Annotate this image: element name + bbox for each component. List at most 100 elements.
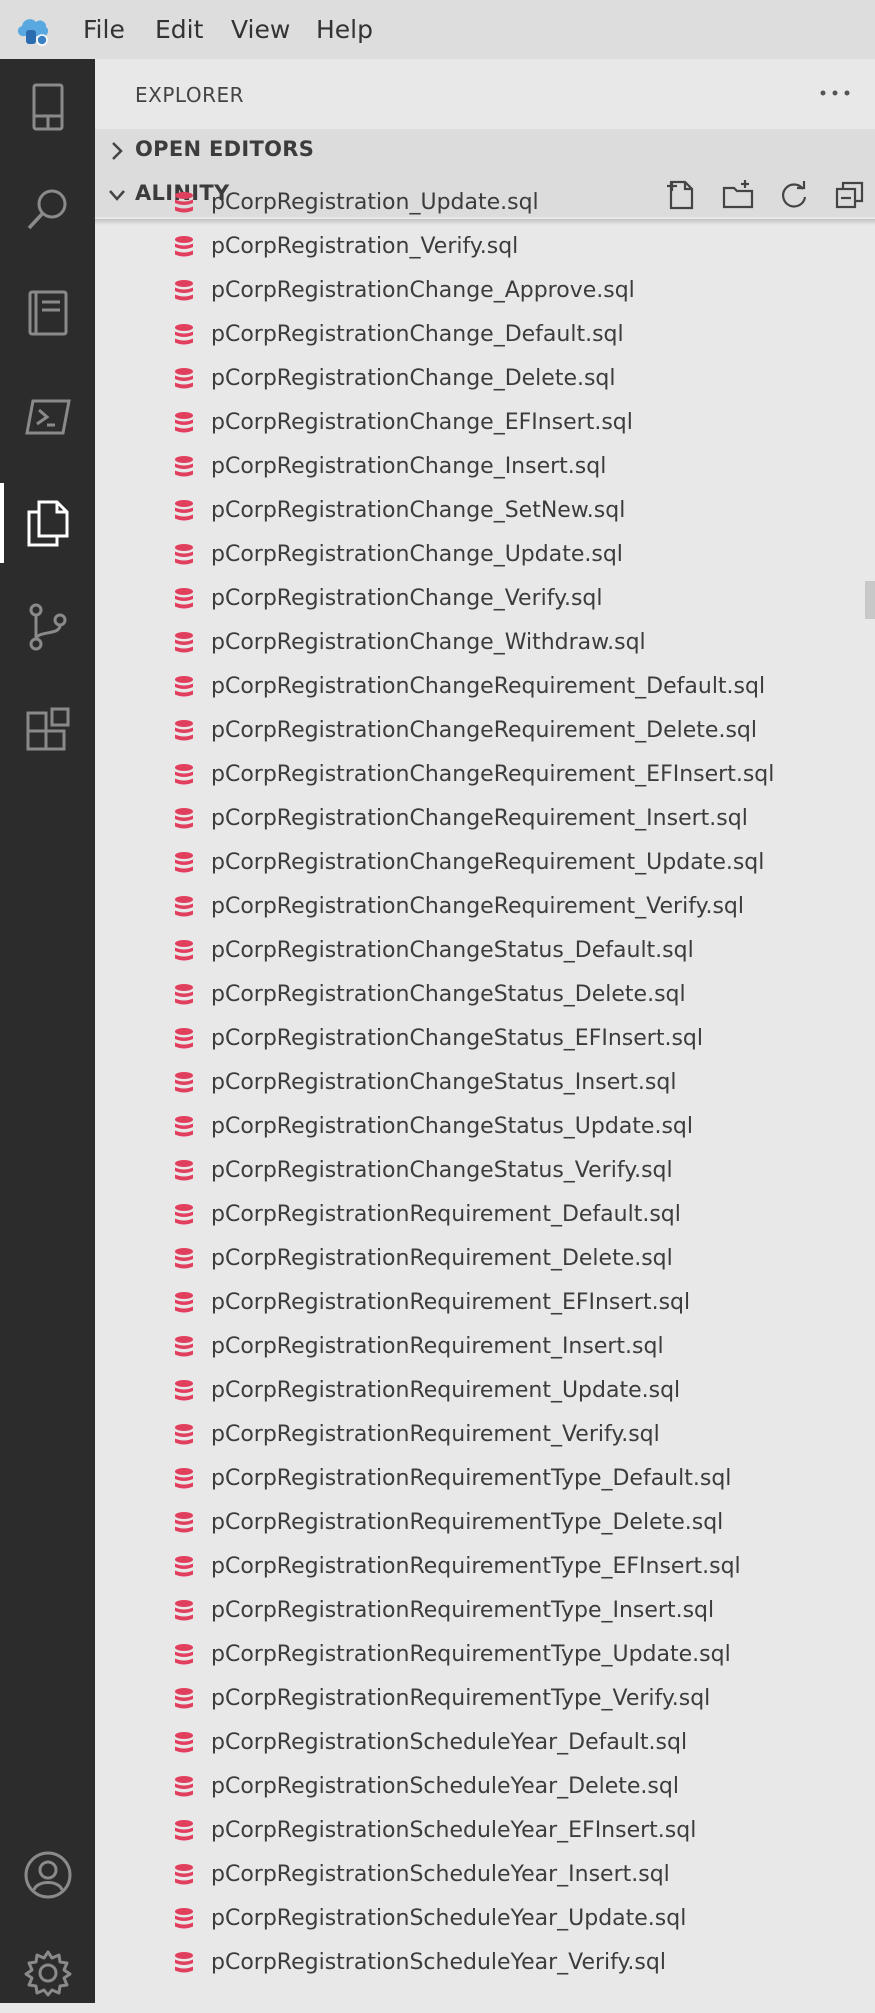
database-icon xyxy=(175,1116,193,1137)
explorer-sidebar: EXPLORER OPEN EDITORS ALINITY xyxy=(95,59,875,2003)
file-item[interactable]: pCorpRegistrationChange_Update.sql xyxy=(95,533,875,577)
database-icon xyxy=(175,720,193,741)
file-item[interactable]: pCorpRegistrationRequirementType_Delete.… xyxy=(95,1501,875,1545)
database-icon xyxy=(175,1160,193,1181)
file-item[interactable]: pCorpRegistrationChangeRequirement_EFIns… xyxy=(95,753,875,797)
database-icon xyxy=(175,1292,193,1313)
scrollbar-thumb[interactable] xyxy=(865,581,875,619)
file-name: pCorpRegistrationRequirementType_Delete.… xyxy=(211,1510,724,1535)
file-name: pCorpRegistrationChangeStatus_Default.sq… xyxy=(211,938,694,963)
account-icon xyxy=(24,1851,71,1899)
file-item[interactable]: pCorpRegistrationChangeStatus_Delete.sql xyxy=(95,973,875,1017)
file-item[interactable]: pCorpRegistrationScheduleYear_Default.sq… xyxy=(95,1721,875,1765)
database-icon xyxy=(175,1336,193,1357)
open-editors-section[interactable]: OPEN EDITORS xyxy=(95,129,875,173)
file-item[interactable]: pCorpRegistrationChange_Verify.sql xyxy=(95,577,875,621)
app-logo-icon xyxy=(17,19,49,46)
file-name: pCorpRegistrationRequirementType_Insert.… xyxy=(211,1598,715,1623)
file-item[interactable]: pCorpRegistrationRequirement_Delete.sql xyxy=(95,1237,875,1281)
tree-top-shadow xyxy=(95,219,875,225)
file-item[interactable]: pCorpRegistrationRequirementType_Insert.… xyxy=(95,1589,875,1633)
file-item[interactable]: pCorpRegistrationRequirementType_Verify.… xyxy=(95,1677,875,1721)
explorer-icon xyxy=(27,500,68,547)
file-item[interactable]: pCorpRegistrationChangeStatus_Verify.sql xyxy=(95,1149,875,1193)
file-item[interactable]: pCorpRegistrationChangeRequirement_Defau… xyxy=(95,665,875,709)
file-name: pCorpRegistrationRequirement_Update.sql xyxy=(211,1378,681,1403)
file-name: pCorpRegistrationScheduleYear_Insert.sql xyxy=(211,1862,670,1887)
file-item[interactable]: pCorpRegistrationRequirementType_Update.… xyxy=(95,1633,875,1677)
file-item[interactable]: pCorpRegistrationChange_Delete.sql xyxy=(95,357,875,401)
file-item[interactable]: pCorpRegistrationChangeRequirement_Delet… xyxy=(95,709,875,753)
file-item[interactable]: pCorpRegistrationChangeRequirement_Inser… xyxy=(95,797,875,841)
database-icon xyxy=(175,1380,193,1401)
file-name: pCorpRegistrationChangeStatus_Insert.sql xyxy=(211,1070,677,1095)
more-actions-icon[interactable] xyxy=(815,75,855,111)
database-icon xyxy=(175,192,193,213)
file-item[interactable]: pCorpRegistrationChange_EFInsert.sql xyxy=(95,401,875,445)
database-icon xyxy=(175,588,193,609)
title-bar: File Edit View Help xyxy=(0,0,875,59)
database-icon xyxy=(175,1028,193,1049)
file-item[interactable]: pCorpRegistrationRequirement_Default.sql xyxy=(95,1193,875,1237)
extensions-button[interactable] xyxy=(0,691,95,771)
menu-view[interactable]: View xyxy=(221,12,300,48)
file-item[interactable]: pCorpRegistrationChangeRequirement_Verif… xyxy=(95,885,875,929)
file-item[interactable]: pCorpRegistrationChangeStatus_Insert.sql xyxy=(95,1061,875,1105)
file-item[interactable]: pCorpRegistrationRequirement_Insert.sql xyxy=(95,1325,875,1369)
file-name: pCorpRegistrationRequirement_EFInsert.sq… xyxy=(211,1290,691,1315)
menu-help[interactable]: Help xyxy=(306,12,383,48)
file-item[interactable]: pCorpRegistrationRequirementType_Default… xyxy=(95,1457,875,1501)
terminal-icon xyxy=(24,399,71,435)
database-icon xyxy=(175,808,193,829)
file-name: pCorpRegistrationChangeStatus_Delete.sql xyxy=(211,982,686,1007)
file-name: pCorpRegistrationRequirement_Default.sql xyxy=(211,1202,681,1227)
menu-edit[interactable]: Edit xyxy=(145,12,213,48)
file-item[interactable]: pCorpRegistrationChangeStatus_Default.sq… xyxy=(95,929,875,973)
menu-file[interactable]: File xyxy=(73,12,135,48)
file-name: pCorpRegistration_Verify.sql xyxy=(211,234,519,259)
database-icon xyxy=(175,1644,193,1665)
chevron-right-icon xyxy=(112,142,123,160)
file-item[interactable]: pCorpRegistrationRequirementType_EFInser… xyxy=(95,1545,875,1589)
database-icon xyxy=(175,1776,193,1797)
file-name: pCorpRegistrationScheduleYear_EFInsert.s… xyxy=(211,1818,697,1843)
database-icon xyxy=(175,676,193,697)
file-item[interactable]: pCorpRegistrationChange_Approve.sql xyxy=(95,269,875,313)
account-button[interactable] xyxy=(0,1835,95,1915)
file-item[interactable]: pCorpRegistrationChange_Insert.sql xyxy=(95,445,875,489)
notebooks-button[interactable] xyxy=(0,273,95,353)
database-icon xyxy=(175,1072,193,1093)
database-icon xyxy=(175,1204,193,1225)
file-name: pCorpRegistrationRequirementType_Default… xyxy=(211,1466,732,1491)
database-icon xyxy=(175,500,193,521)
file-item[interactable]: pCorpRegistrationScheduleYear_EFInsert.s… xyxy=(95,1809,875,1853)
terminal-button[interactable] xyxy=(0,377,95,457)
file-item[interactable]: pCorpRegistrationRequirement_Verify.sql xyxy=(95,1413,875,1457)
settings-button[interactable] xyxy=(0,1933,95,2013)
connections-button[interactable] xyxy=(0,67,95,147)
file-item[interactable]: pCorpRegistrationRequirement_Update.sql xyxy=(95,1369,875,1413)
database-icon xyxy=(175,1732,193,1753)
file-item[interactable]: pCorpRegistrationRequirement_EFInsert.sq… xyxy=(95,1281,875,1325)
file-item[interactable]: pCorpRegistrationScheduleYear_Delete.sql xyxy=(95,1765,875,1809)
explorer-button[interactable] xyxy=(0,483,95,563)
file-name: pCorpRegistrationRequirementType_EFInser… xyxy=(211,1554,741,1579)
file-item[interactable]: pCorpRegistrationScheduleYear_Insert.sql xyxy=(95,1853,875,1897)
database-icon xyxy=(175,1248,193,1269)
file-name: pCorpRegistrationChange_Delete.sql xyxy=(211,366,616,391)
file-name: pCorpRegistrationChange_Verify.sql xyxy=(211,586,603,611)
file-item[interactable]: pCorpRegistrationChangeStatus_EFInsert.s… xyxy=(95,1017,875,1061)
file-item[interactable]: pCorpRegistration_Verify.sql xyxy=(95,225,875,269)
database-icon xyxy=(175,280,193,301)
file-item[interactable]: pCorpRegistrationChange_Withdraw.sql xyxy=(95,621,875,665)
file-item[interactable]: pCorpRegistrationChangeRequirement_Updat… xyxy=(95,841,875,885)
database-icon xyxy=(175,940,193,961)
file-item[interactable]: pCorpRegistrationScheduleYear_Verify.sql xyxy=(95,1941,875,1985)
file-name: pCorpRegistrationChangeRequirement_Verif… xyxy=(211,894,744,919)
file-item[interactable]: pCorpRegistrationChangeStatus_Update.sql xyxy=(95,1105,875,1149)
file-item[interactable]: pCorpRegistrationChange_Default.sql xyxy=(95,313,875,357)
search-button[interactable] xyxy=(0,169,95,249)
file-item[interactable]: pCorpRegistrationScheduleYear_Update.sql xyxy=(95,1897,875,1941)
file-item[interactable]: pCorpRegistrationChange_SetNew.sql xyxy=(95,489,875,533)
source-control-button[interactable] xyxy=(0,587,95,667)
